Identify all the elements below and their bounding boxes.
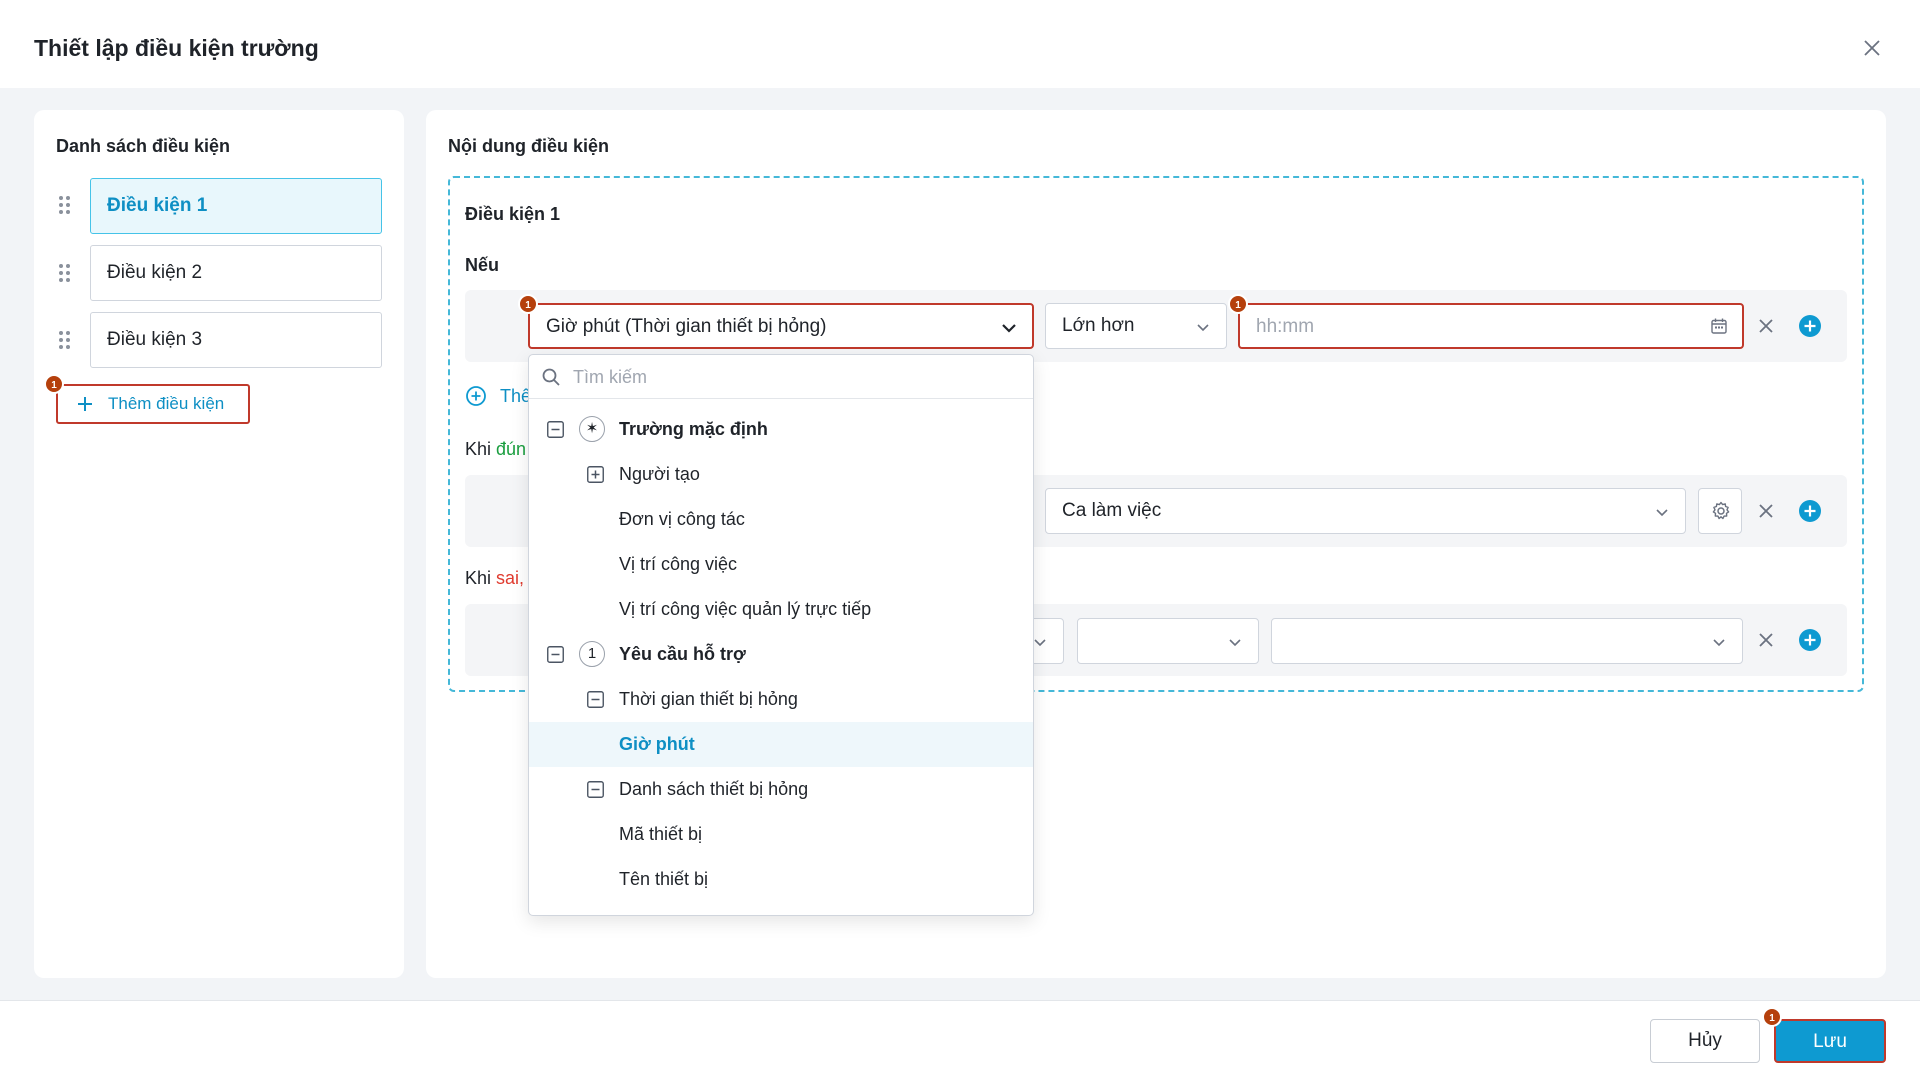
collapse-icon[interactable] <box>587 781 604 798</box>
chevron-down-icon <box>1656 509 1668 517</box>
drag-handle-icon[interactable] <box>59 196 73 216</box>
error-badge: 1 <box>1762 1007 1782 1027</box>
when-false-keyword: sai, <box>496 568 525 588</box>
dropdown-option[interactable]: Thời gian thiết bị hỏng <box>529 677 1033 722</box>
dropdown-option-label: Yêu cầu hỗ trợ <box>619 644 746 664</box>
dropdown-search-input[interactable] <box>573 363 1013 391</box>
condition-title: Điều kiện 1 <box>465 204 561 224</box>
dropdown-option-label: Tên thiết bị <box>619 869 709 889</box>
field-dropdown: ✶ Trường mặc định Người tạo Đơn vị công tác… <box>528 354 1034 916</box>
search-icon <box>542 368 560 386</box>
group-marker-icon: ✶ <box>579 416 605 442</box>
field-select[interactable]: Giờ phút (Thời gian thiết bị hỏng) <box>528 303 1034 349</box>
save-button[interactable]: Lưu <box>1774 1019 1886 1063</box>
when-true-keyword: đún <box>496 439 527 459</box>
operator-select-value: Lớn hơn <box>1062 315 1135 336</box>
add-circle-outline-icon[interactable] <box>465 385 487 407</box>
cancel-button[interactable]: Hủy <box>1650 1019 1760 1063</box>
dropdown-option[interactable]: Vị trí công việc quản lý trực tiếp <box>529 587 1033 632</box>
collapse-icon[interactable] <box>547 421 564 438</box>
chevron-down-icon <box>1713 639 1725 647</box>
error-badge: 1 <box>1228 294 1248 314</box>
time-input-placeholder: hh:mm <box>1256 316 1315 337</box>
dropdown-option[interactable]: Đơn vị công tác <box>529 497 1033 542</box>
when-false-operator-select[interactable] <box>1077 618 1259 664</box>
dropdown-option[interactable]: 1 Yêu cầu hỗ trợ <box>529 632 1033 677</box>
when-true-label: Khi đún <box>465 439 526 460</box>
plus-icon <box>78 397 92 411</box>
dropdown-option[interactable]: Mã thiết bị <box>529 812 1033 857</box>
dropdown-option-label: Người tạo <box>619 464 700 484</box>
dropdown-option[interactable]: Giờ phút <box>529 722 1033 767</box>
remove-icon[interactable] <box>1755 629 1777 651</box>
chevron-down-icon <box>1002 324 1016 333</box>
dropdown-option-label: Thời gian thiết bị hỏng <box>619 689 798 709</box>
collapse-icon[interactable] <box>547 646 564 663</box>
add-circle-icon[interactable] <box>1799 629 1821 651</box>
add-circle-icon[interactable] <box>1799 500 1821 522</box>
condition-item-1[interactable]: Điều kiện 1 <box>90 178 382 234</box>
dropdown-option[interactable]: Vị trí công việc <box>529 542 1033 587</box>
dropdown-option-label: Vị trí công việc quản lý trực tiếp <box>619 599 872 619</box>
if-label: Nếu <box>465 255 500 275</box>
group-marker-icon: 1 <box>579 641 605 667</box>
dropdown-option-label: Danh sách thiết bị hỏng <box>619 779 809 799</box>
dialog-title: Thiết lập điều kiện trường <box>34 35 319 61</box>
condition-item-2[interactable]: Điều kiện 2 <box>90 245 382 301</box>
gear-icon <box>1712 501 1730 520</box>
add-more-condition-link[interactable]: Thê <box>500 386 531 407</box>
add-condition-button[interactable]: Thêm điều kiện <box>56 384 250 424</box>
dropdown-option[interactable]: Tên thiết bị <box>529 857 1033 902</box>
field-select-value: Giờ phút (Thời gian thiết bị hỏng) <box>546 316 827 337</box>
operator-select[interactable]: Lớn hơn <box>1045 303 1227 349</box>
condition-list-title: Danh sách điều kiện <box>56 136 231 156</box>
dropdown-option-label: Giờ phút <box>619 734 695 754</box>
error-badge: 1 <box>518 294 538 314</box>
time-input[interactable]: hh:mm <box>1238 303 1744 349</box>
condition-item-3[interactable]: Điều kiện 3 <box>90 312 382 368</box>
chevron-down-icon <box>1229 639 1241 647</box>
dialog-header: Thiết lập điều kiện trường <box>0 0 1920 88</box>
condition-content-title: Nội dung điều kiện <box>448 136 609 156</box>
dropdown-option[interactable]: Người tạo <box>529 452 1033 497</box>
drag-handle-icon[interactable] <box>59 264 73 284</box>
expand-icon[interactable] <box>587 466 604 483</box>
when-true-prefix: Khi <box>465 439 497 459</box>
drag-handle-icon[interactable] <box>59 331 73 351</box>
dropdown-search <box>529 355 1033 399</box>
dropdown-option-label: Đơn vị công tác <box>619 509 745 529</box>
remove-icon[interactable] <box>1755 315 1777 337</box>
close-icon[interactable] <box>1860 36 1884 60</box>
error-badge: 1 <box>44 374 64 394</box>
chevron-down-icon <box>1197 324 1209 332</box>
dropdown-option-label: Mã thiết bị <box>619 824 703 844</box>
calendar-icon[interactable] <box>1710 317 1728 335</box>
when-false-label: Khi sai, <box>465 568 524 589</box>
dropdown-option[interactable]: ✶ Trường mặc định <box>529 407 1033 452</box>
condition-list-panel: Danh sách điều kiện Điều kiện 1 Điều kiệ… <box>34 110 404 978</box>
dropdown-option-label: Trường mặc định <box>619 419 768 439</box>
dropdown-option-label: Vị trí công việc <box>619 554 738 574</box>
remove-icon[interactable] <box>1755 500 1777 522</box>
when-false-value-select[interactable] <box>1271 618 1743 664</box>
add-condition-label: Thêm điều kiện <box>108 394 225 413</box>
collapse-icon[interactable] <box>587 691 604 708</box>
when-true-select-value: Ca làm việc <box>1062 500 1162 521</box>
settings-button[interactable] <box>1698 488 1742 534</box>
dropdown-option[interactable]: Danh sách thiết bị hỏng <box>529 767 1033 812</box>
add-circle-icon[interactable] <box>1799 315 1821 337</box>
dialog-footer: Hủy Lưu 1 <box>0 1000 1920 1079</box>
when-true-select[interactable]: Ca làm việc <box>1045 488 1686 534</box>
when-false-prefix: Khi <box>465 568 497 588</box>
